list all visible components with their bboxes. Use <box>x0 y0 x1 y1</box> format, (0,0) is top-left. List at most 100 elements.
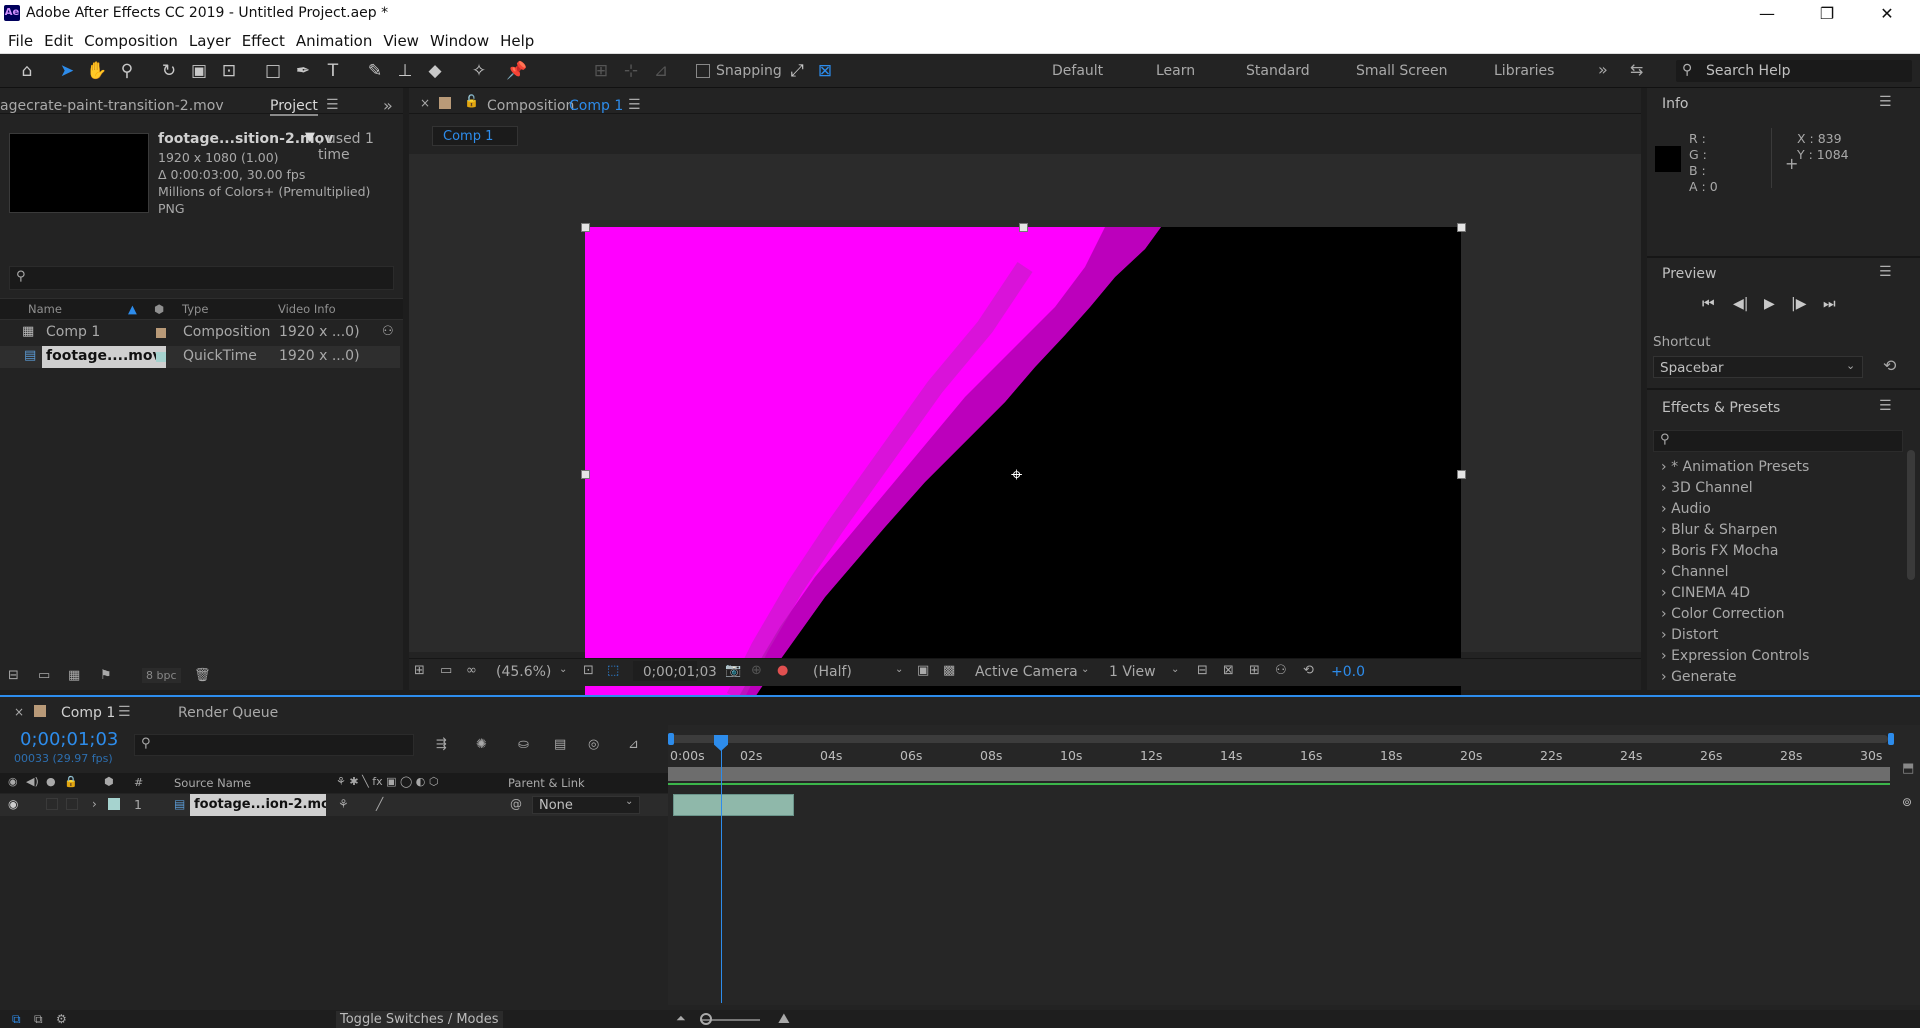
work-area-start-handle[interactable] <box>668 733 674 745</box>
workspace-libraries[interactable]: Libraries <box>1494 63 1554 79</box>
timeline-comp-tab[interactable]: Comp 1 <box>61 705 115 721</box>
label-color-swatch[interactable] <box>156 352 166 362</box>
puppet-pin-tool-icon[interactable]: 📌 <box>506 60 528 82</box>
workspace-learn[interactable]: Learn <box>1156 63 1195 79</box>
comp-button-icon[interactable]: ⊚ <box>1902 795 1912 809</box>
column-type[interactable]: Type <box>182 302 208 316</box>
zoom-tool-icon[interactable]: ⚲ <box>116 60 138 82</box>
snap-edges-icon[interactable]: ⤢ <box>786 60 808 82</box>
toggle-switches-modes-button[interactable]: Toggle Switches / Modes <box>336 1011 503 1028</box>
new-folder-icon[interactable]: ▭ <box>38 668 50 683</box>
fit-icon[interactable]: ⊡ <box>583 663 594 678</box>
transform-handle-top[interactable] <box>1019 223 1028 232</box>
effects-search-input[interactable]: ⚲ <box>1653 430 1903 452</box>
effect-category[interactable]: › Blur & Sharpen <box>1661 522 1777 538</box>
view-layout-dropdown[interactable]: 1 View <box>1109 664 1156 680</box>
zoom-in-icon[interactable]: ⛰ <box>778 1011 790 1027</box>
parent-dropdown[interactable]: None ⌄ <box>532 796 640 814</box>
current-time-display[interactable]: 0;00;01;03 <box>20 729 118 750</box>
transfer-controls-pane-icon[interactable]: ⧉ <box>34 1012 43 1027</box>
more-workspaces-icon[interactable]: » <box>1598 60 1608 79</box>
transform-handle-right[interactable] <box>1457 470 1466 479</box>
camera-tool-icon[interactable]: ▣ <box>188 60 210 82</box>
work-area-end-handle[interactable] <box>1888 733 1894 745</box>
sync-settings-icon[interactable]: ⇆ <box>1630 60 1643 79</box>
comp-mini-flowchart-icon[interactable]: ⇶ <box>436 737 447 752</box>
effect-category[interactable]: › Boris FX Mocha <box>1661 543 1779 559</box>
play-icon[interactable]: ▶ <box>1764 296 1775 312</box>
lock-toggle[interactable] <box>66 798 78 810</box>
shy-layers-icon[interactable]: ⛀ <box>518 737 529 752</box>
eye-icon[interactable]: ◉ <box>8 797 18 811</box>
snapping-checkbox[interactable] <box>696 64 710 78</box>
layer-row[interactable]: ◉ › 1 ▤ footage...ion-2.mov ⚘ ╱ @ None ⌄ <box>0 794 668 816</box>
composition-frame[interactable] <box>585 227 1461 721</box>
pen-tool-icon[interactable]: ✒ <box>292 60 314 82</box>
new-composition-icon[interactable]: ▦ <box>68 668 80 683</box>
info-menu-icon[interactable]: ☰ <box>1879 94 1892 110</box>
work-area-bar[interactable] <box>670 735 1888 743</box>
close-panel-icon[interactable]: × <box>420 96 430 110</box>
column-video-info[interactable]: Video Info <box>278 302 336 316</box>
effect-category[interactable]: › CINEMA 4D <box>1661 585 1750 601</box>
transform-handle-top-left[interactable] <box>581 223 590 232</box>
resolution-dropdown[interactable]: (Half) <box>813 664 852 680</box>
transform-handle-left[interactable] <box>581 470 590 479</box>
reset-exposure-icon[interactable]: ⟲ <box>1303 663 1314 678</box>
next-frame-icon[interactable]: |▶ <box>1791 296 1806 312</box>
home-icon[interactable]: ⌂ <box>16 60 38 82</box>
expand-layer-icon[interactable]: › <box>92 797 97 811</box>
search-help-field[interactable]: ⚲ Search Help <box>1676 60 1912 82</box>
menu-layer[interactable]: Layer <box>189 28 231 54</box>
timeline-menu-icon[interactable]: ☰ <box>118 704 131 720</box>
fast-previews-icon[interactable]: ▣ <box>917 663 929 678</box>
project-item-comp[interactable]: ▦ Comp 1 Composition 1920 x ...0) ⚇ <box>0 322 400 344</box>
toggle-pixel-aspect-icon[interactable]: ⊟ <box>1197 663 1208 678</box>
zoom-out-icon[interactable]: ⏶ <box>676 1011 686 1026</box>
restore-button[interactable]: ❐ <box>1804 0 1850 28</box>
channel-icon[interactable]: ● <box>777 663 788 678</box>
camera-dropdown[interactable]: Active Camera <box>975 664 1078 680</box>
effect-category[interactable]: › 3D Channel <box>1661 480 1753 496</box>
close-window-button[interactable]: ✕ <box>1864 0 1910 28</box>
menu-file[interactable]: File <box>8 28 33 54</box>
column-name[interactable]: Name <box>28 302 62 316</box>
effect-category[interactable]: › * Animation Presets <box>1661 459 1809 475</box>
delete-icon[interactable]: 🗑 <box>194 668 211 683</box>
always-preview-icon[interactable]: ⊞ <box>414 663 425 678</box>
shortcut-dropdown[interactable]: Spacebar ⌄ <box>1653 356 1863 378</box>
vr-icon[interactable]: ∞ <box>466 663 477 678</box>
rotation-tool-icon[interactable]: ↻ <box>158 60 180 82</box>
zoom-slider-thumb[interactable] <box>700 1013 712 1025</box>
timeline-icon[interactable]: ⊞ <box>1249 663 1260 678</box>
expand-panels-icon[interactable]: » <box>383 96 393 115</box>
region-of-interest-icon[interactable]: ⬚ <box>607 663 619 678</box>
monitor-icon[interactable]: ▭ <box>440 663 452 678</box>
comp-marker-bin-icon[interactable]: ⬒ <box>1902 761 1914 776</box>
interpret-footage-icon[interactable]: ⊟ <box>8 668 19 683</box>
menu-effect[interactable]: Effect <box>242 28 285 54</box>
column-label-tag-icon[interactable]: ⬢ <box>154 302 164 316</box>
project-item-footage[interactable]: ▤ footage....mov QuickTime 1920 x ...0) <box>0 346 400 368</box>
transparency-grid-icon[interactable]: ▩ <box>943 663 955 678</box>
rectangle-tool-icon[interactable]: □ <box>262 60 284 82</box>
previous-frame-icon[interactable]: ◀| <box>1733 296 1748 312</box>
axis-view-icon[interactable]: ⊿ <box>650 60 672 82</box>
reset-shortcut-icon[interactable]: ⟲ <box>1883 356 1896 375</box>
source-name-column[interactable]: Source Name <box>174 776 251 790</box>
menu-composition[interactable]: Composition <box>84 28 178 54</box>
viewer-canvas[interactable]: ⌖ <box>409 154 1641 721</box>
workspace-standard[interactable]: Standard <box>1246 63 1310 79</box>
effect-category[interactable]: › Generate <box>1661 669 1736 685</box>
hand-tool-icon[interactable]: ✋ <box>86 60 108 82</box>
used-dropdown-icon[interactable]: ▼ <box>305 130 315 145</box>
exposure-value[interactable]: +0.0 <box>1331 664 1365 680</box>
menu-help[interactable]: Help <box>500 28 534 54</box>
first-frame-icon[interactable]: ⏮ <box>1702 296 1715 312</box>
label-color-swatch[interactable] <box>156 328 166 338</box>
brush-tool-icon[interactable]: ✎ <box>364 60 386 82</box>
workspace-default[interactable]: Default <box>1052 63 1103 79</box>
adjust-settings-icon[interactable]: ⚑ <box>100 668 112 683</box>
pan-behind-tool-icon[interactable]: ⊡ <box>218 60 240 82</box>
bit-depth-button[interactable]: 8 bpc <box>142 668 181 683</box>
